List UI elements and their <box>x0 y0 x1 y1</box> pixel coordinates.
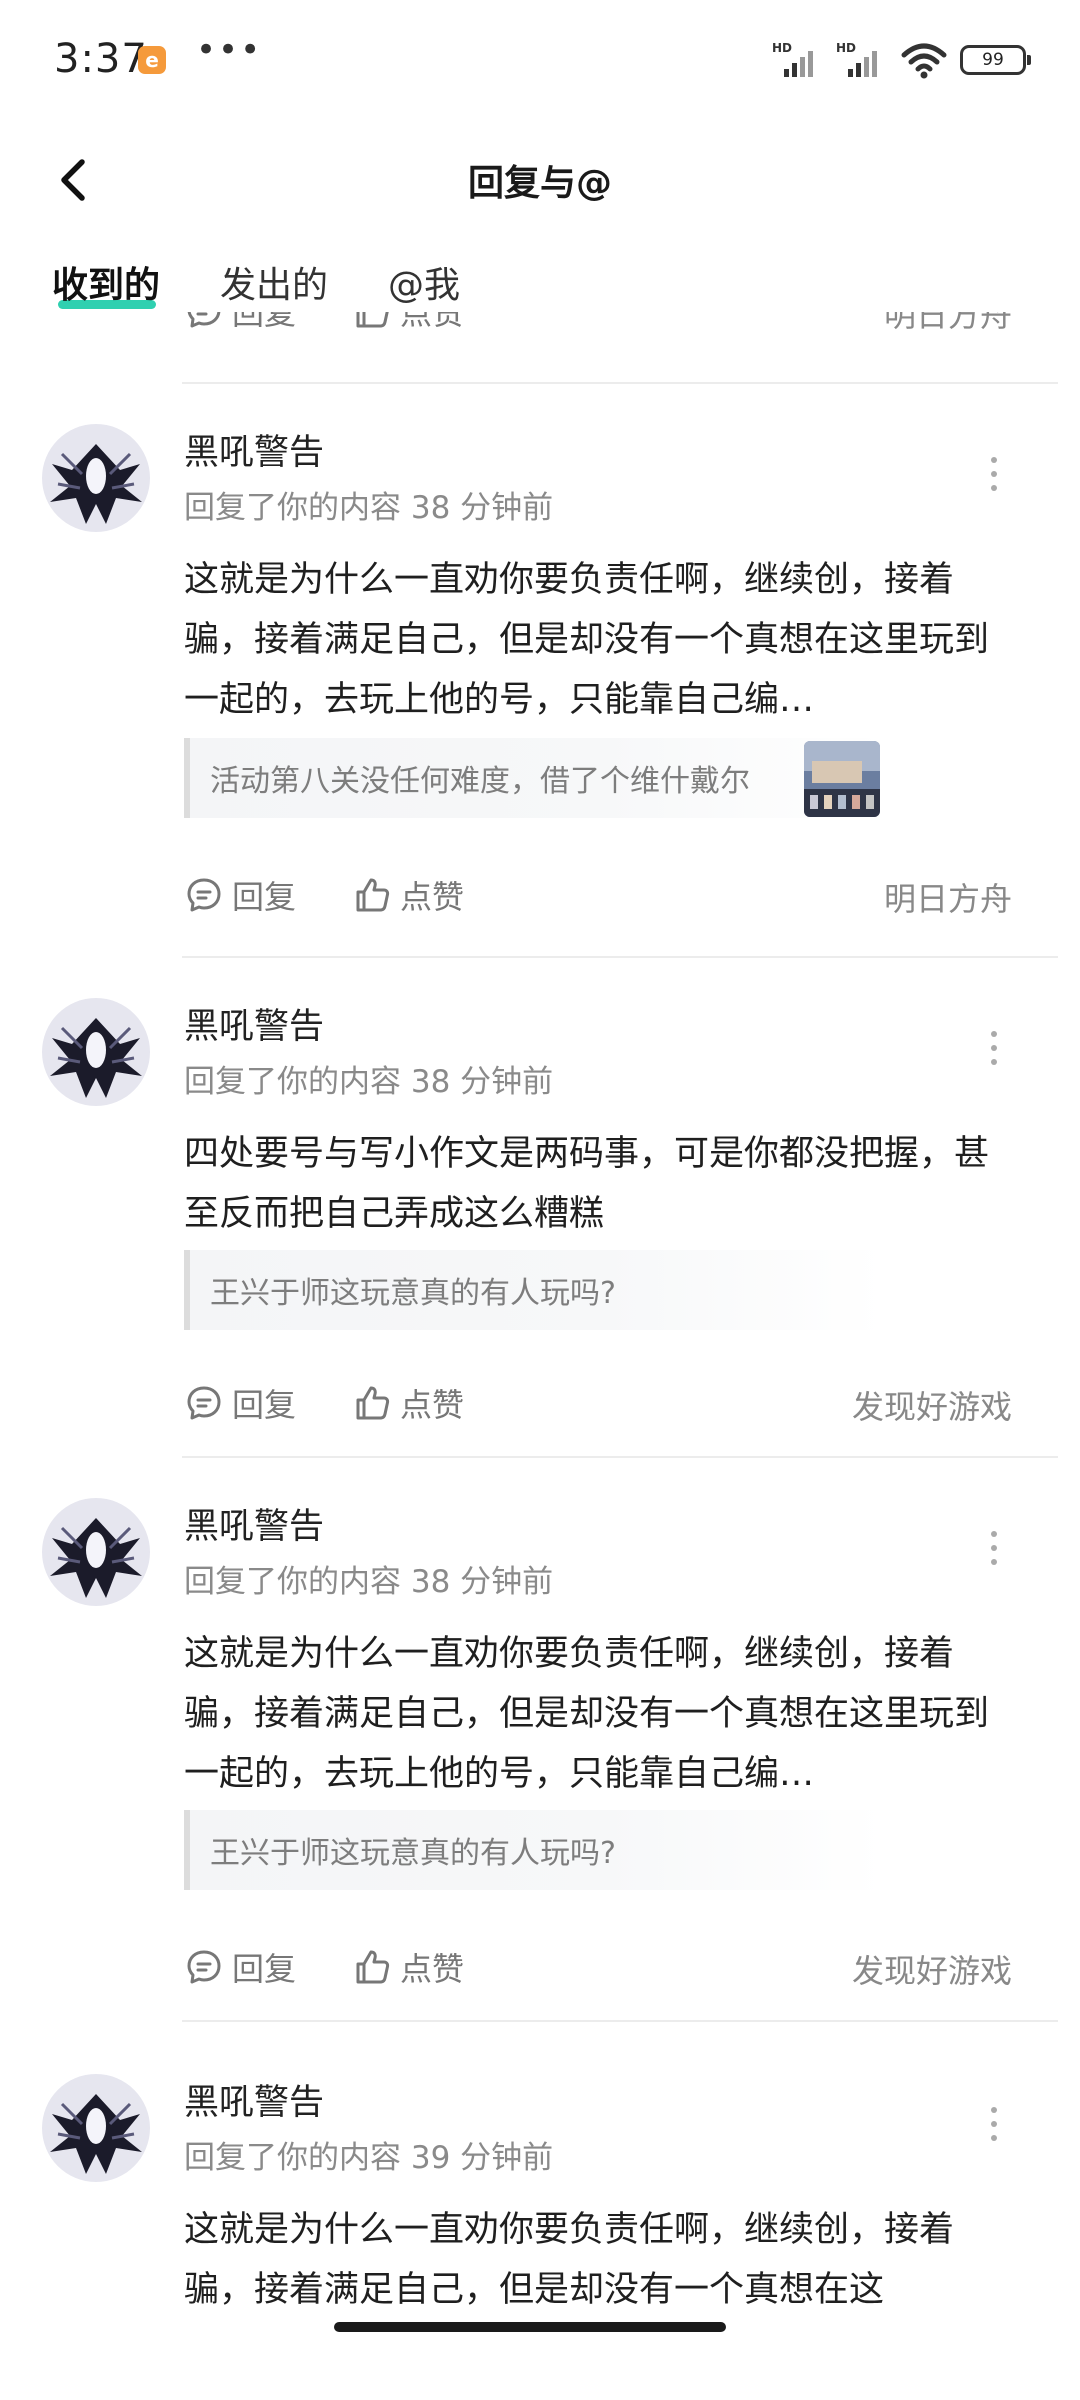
header: 回复与@ <box>0 120 1080 240</box>
list-item[interactable]: 黑吼警告 回复了你的内容 38 分钟前 这就是为什么一直劝你要负责任啊，继续创，… <box>0 384 1080 958</box>
tab-label: 收到的 <box>52 265 161 306</box>
reply-content[interactable]: 这就是为什么一直劝你要负责任啊，继续创，接着骗，接着满足自己，但是却没有一个真想… <box>184 2200 1014 2320</box>
browser-notification-icon: e <box>138 46 166 74</box>
username[interactable]: 黑吼警告 <box>184 2074 324 2125</box>
like-label: 点赞 <box>400 1386 465 1424</box>
username[interactable]: 黑吼警告 <box>184 1498 324 1549</box>
like-button[interactable]: 点赞 <box>352 1380 464 1426</box>
thumbs-up-icon <box>356 878 390 912</box>
cellular-signal-icon: HD <box>772 41 824 79</box>
home-indicator[interactable] <box>334 2322 726 2332</box>
avatar[interactable] <box>42 424 150 532</box>
reply-content[interactable]: 这就是为什么一直劝你要负责任啊，继续创，接着骗，接着满足自己，但是却没有一个真想… <box>184 1624 1014 1804</box>
reply-meta: 回复了你的内容 38 分钟前 <box>184 1564 554 1600</box>
cellular-signal-2-icon: HD <box>836 41 888 79</box>
list-item[interactable]: 黑吼警告 回复了你的内容 39 分钟前 这就是为什么一直劝你要负责任啊，继续创，… <box>0 2034 1080 2362</box>
tab-label: @我 <box>388 265 461 306</box>
wifi-icon <box>901 43 947 79</box>
avatar[interactable] <box>42 2074 150 2182</box>
quoted-text: 王兴于师这玩意真的有人玩吗? <box>210 1276 616 1311</box>
more-vertical-icon <box>991 1031 997 1065</box>
source-tag[interactable]: 发现好游戏 <box>852 1382 1012 1428</box>
like-label: 点赞 <box>400 1950 465 1988</box>
reply-label: 回复 <box>232 1950 297 1988</box>
status-bar: 3:37 e ••• HD HD 99 <box>0 0 1080 120</box>
like-label: 点赞 <box>400 878 465 916</box>
source-tag[interactable]: 明日方舟 <box>884 312 1012 336</box>
reply-content[interactable]: 这就是为什么一直劝你要负责任啊，继续创，接着骗，接着满足自己，但是却没有一个真想… <box>184 550 1014 730</box>
more-options-button[interactable] <box>966 1018 1022 1078</box>
reply-label: 回复 <box>232 878 297 916</box>
more-vertical-icon <box>991 2107 997 2141</box>
quoted-post[interactable]: 王兴于师这玩意真的有人玩吗? <box>184 1250 884 1330</box>
avatar[interactable] <box>42 998 150 1106</box>
quoted-text: 王兴于师这玩意真的有人玩吗? <box>210 1836 616 1871</box>
more-options-button[interactable] <box>966 444 1022 504</box>
more-options-button[interactable] <box>966 1518 1022 1578</box>
reply-meta: 回复了你的内容 38 分钟前 <box>184 490 554 526</box>
tab-received[interactable]: 收到的 <box>52 256 160 308</box>
page-title: 回复与@ <box>467 163 612 204</box>
source-tag[interactable]: 明日方舟 <box>884 874 1012 920</box>
more-options-button[interactable] <box>966 2094 1022 2154</box>
comment-icon <box>187 1950 221 1984</box>
list-item[interactable]: 黑吼警告 回复了你的内容 38 分钟前 这就是为什么一直劝你要负责任啊，继续创，… <box>0 1458 1080 2022</box>
quoted-post[interactable]: 王兴于师这玩意真的有人玩吗? <box>184 1810 884 1890</box>
reply-list[interactable]: 回复 点赞 明日方舟 黑吼警告 回复了你的内容 38 分钟前 这就是为什么一直劝… <box>0 312 1080 2362</box>
like-button[interactable]: 点赞 <box>352 312 464 334</box>
partial-list-item: 回复 点赞 明日方舟 <box>0 312 1080 384</box>
battery-icon: 99 <box>960 45 1031 75</box>
comment-icon <box>187 878 221 912</box>
like-label: 点赞 <box>400 312 465 332</box>
reply-content[interactable]: 四处要号与写小作文是两码事，可是你都没把握，甚至反而把自己弄成这么糟糕 <box>184 1124 1014 1244</box>
thumbs-up-icon <box>356 1386 390 1420</box>
reply-label: 回复 <box>232 1386 297 1424</box>
thumbs-up-icon <box>356 1950 390 1984</box>
more-vertical-icon <box>991 457 997 491</box>
list-item[interactable]: 黑吼警告 回复了你的内容 38 分钟前 四处要号与写小作文是两码事，可是你都没把… <box>0 958 1080 1458</box>
tab-label: 发出的 <box>220 265 329 306</box>
quoted-text: 活动第八关没任何难度，借了个维什戴尔 <box>210 764 750 799</box>
divider <box>182 2020 1058 2022</box>
username[interactable]: 黑吼警告 <box>184 998 324 1049</box>
more-vertical-icon <box>991 1531 997 1565</box>
reply-meta: 回复了你的内容 38 分钟前 <box>184 1064 554 1100</box>
tab-sent[interactable]: 发出的 <box>220 256 328 308</box>
comment-icon <box>187 312 221 328</box>
reply-button[interactable]: 回复 <box>184 1944 296 1990</box>
reply-meta: 回复了你的内容 39 分钟前 <box>184 2140 554 2176</box>
reply-button[interactable]: 回复 <box>184 872 296 918</box>
username[interactable]: 黑吼警告 <box>184 424 324 475</box>
thumbs-up-icon <box>356 312 389 328</box>
quoted-post[interactable]: 活动第八关没任何难度，借了个维什戴尔 <box>184 738 884 818</box>
source-tag[interactable]: 发现好游戏 <box>852 1946 1012 1992</box>
like-button[interactable]: 点赞 <box>352 1944 464 1990</box>
tab-mentions[interactable]: @我 <box>388 256 460 308</box>
status-indicators: HD HD 99 <box>772 40 1031 80</box>
more-notifications-icon: ••• <box>196 30 263 70</box>
like-button[interactable]: 点赞 <box>352 872 464 918</box>
comment-icon <box>187 1386 221 1420</box>
status-time: 3:37 <box>54 36 148 82</box>
quoted-post-thumbnail <box>804 741 880 817</box>
reply-button[interactable]: 回复 <box>184 312 296 334</box>
reply-label: 回复 <box>232 312 297 332</box>
reply-button[interactable]: 回复 <box>184 1380 296 1426</box>
avatar[interactable] <box>42 1498 150 1606</box>
